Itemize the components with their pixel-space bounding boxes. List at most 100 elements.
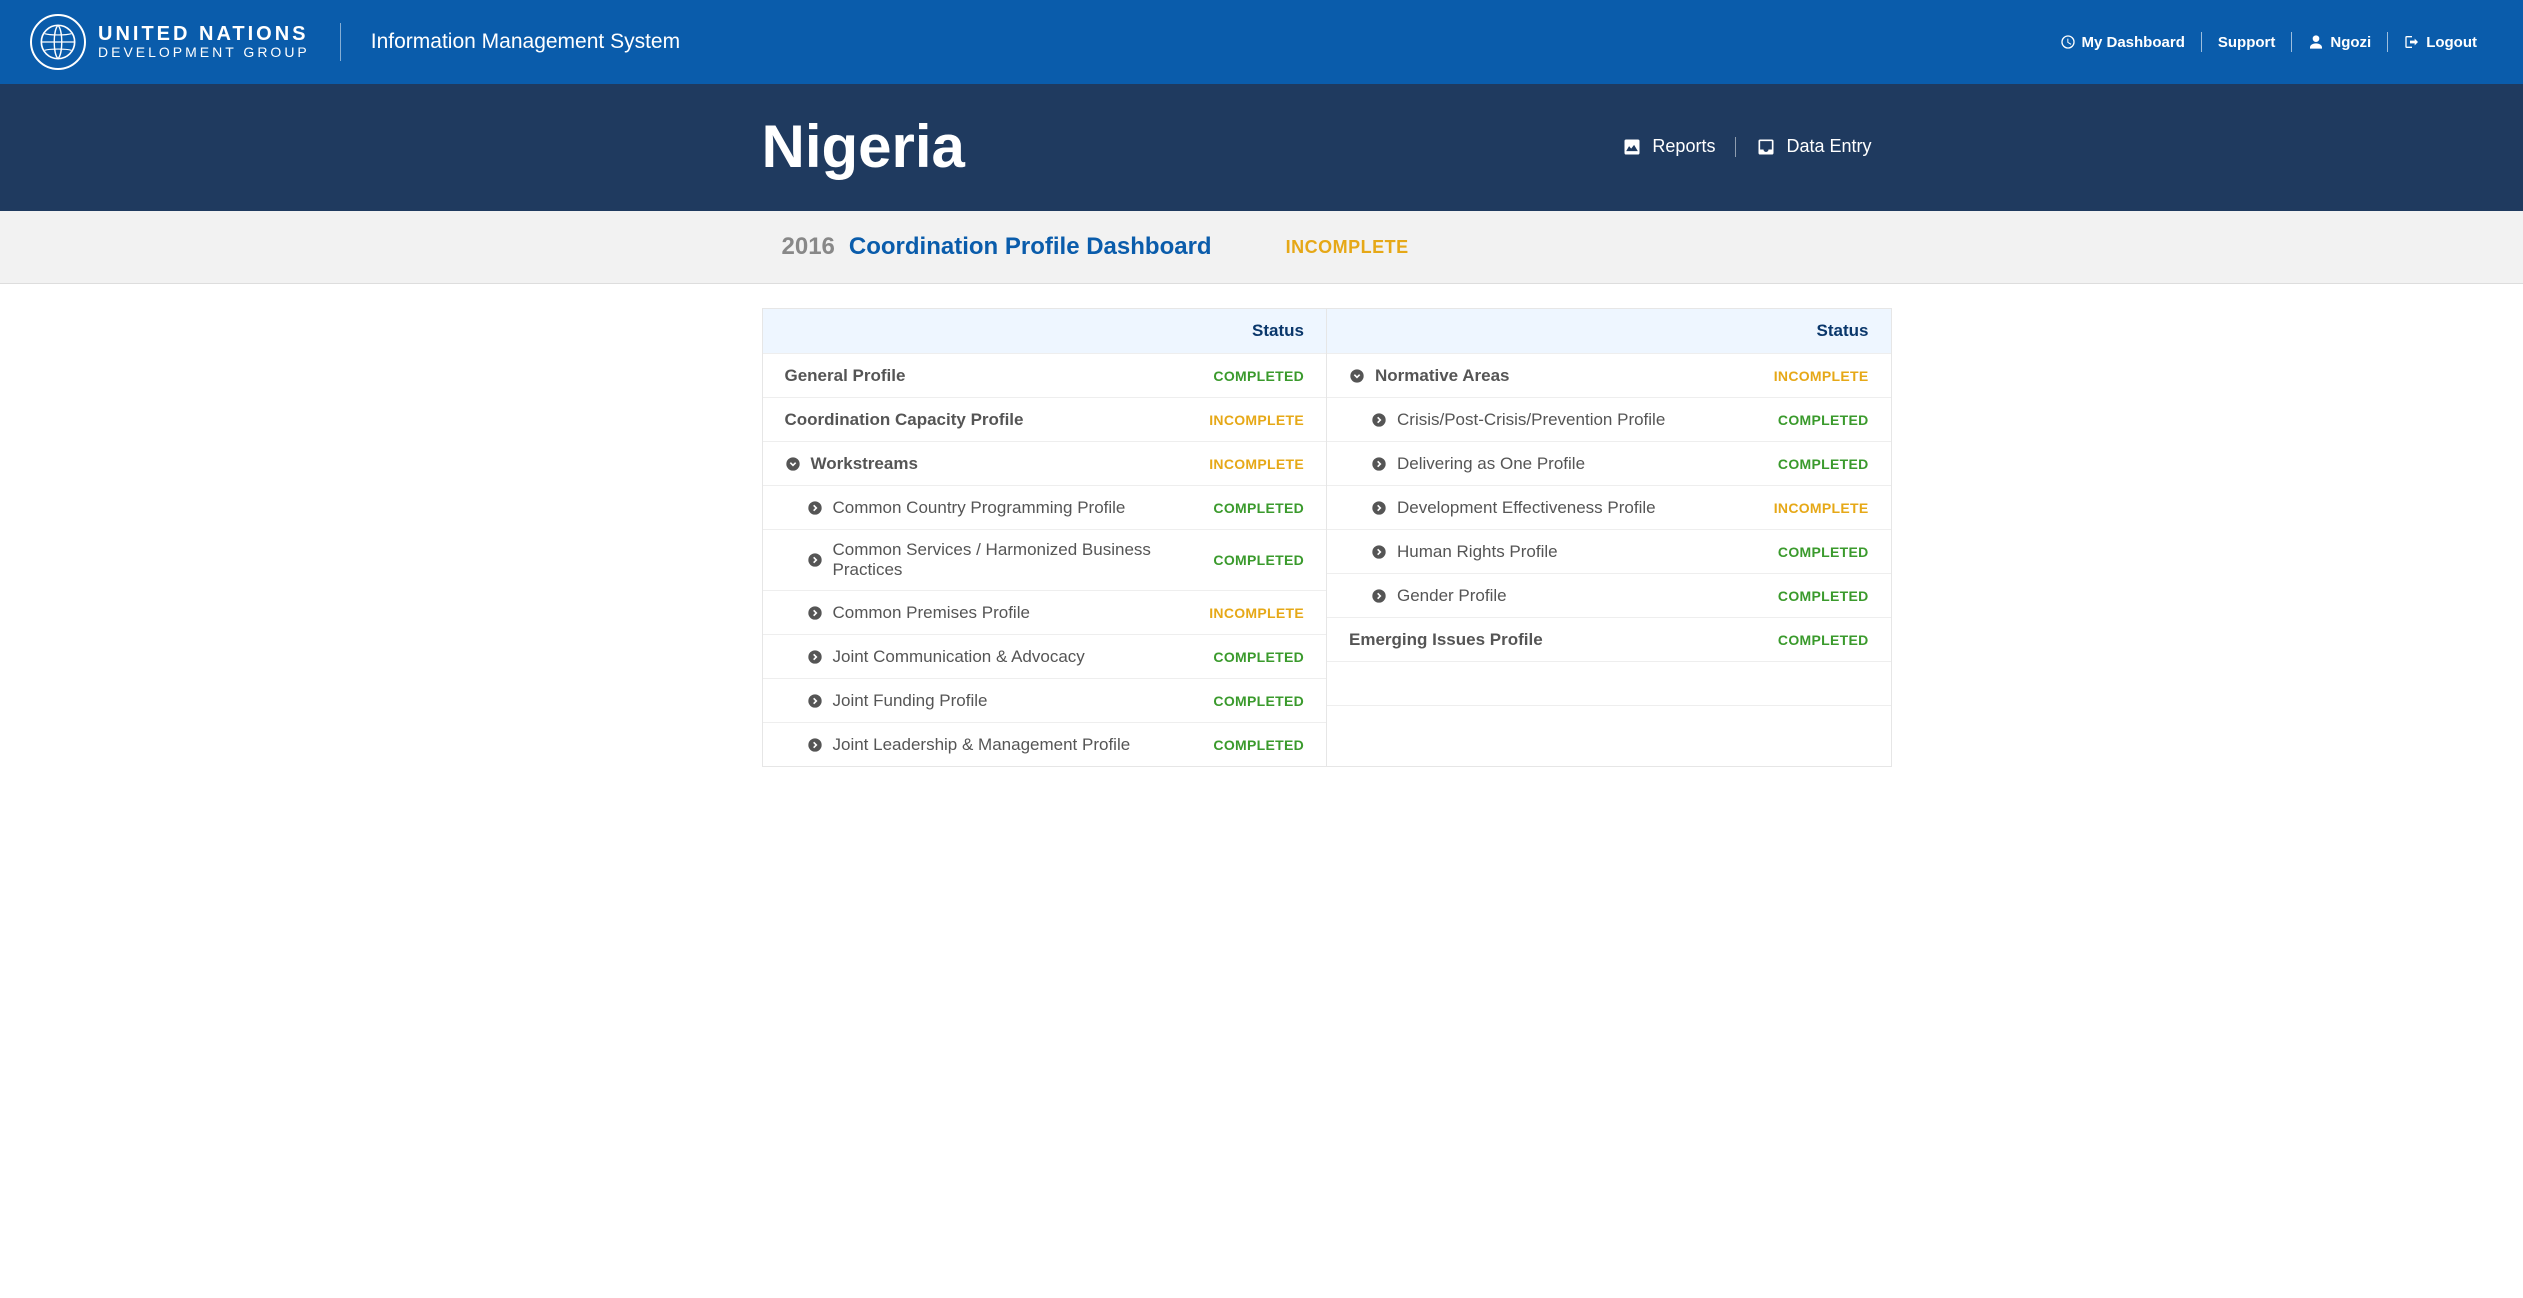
- row-status: COMPLETED: [1778, 412, 1869, 428]
- table-row[interactable]: WorkstreamsINCOMPLETE: [763, 441, 1327, 485]
- top-nav: My Dashboard Support Ngozi Logout: [2044, 32, 2494, 52]
- topbar: UNITED NATIONS DEVELOPMENT GROUP Informa…: [0, 0, 2523, 84]
- nav-user-label: Ngozi: [2330, 34, 2371, 51]
- row-status: COMPLETED: [1778, 588, 1869, 604]
- row-label: General Profile: [785, 366, 906, 386]
- row-status: COMPLETED: [1778, 632, 1869, 648]
- row-label: Coordination Capacity Profile: [785, 410, 1024, 430]
- row-status: COMPLETED: [1778, 544, 1869, 560]
- profile-tables: Status General Profile COMPLETED Coordinat…: [762, 308, 1892, 767]
- row-name: Development Effectiveness Profile: [1349, 498, 1774, 518]
- row-name: Workstreams: [785, 454, 1210, 474]
- page-header-strip: 2016 Coordination Profile Dashboard INCO…: [0, 211, 2523, 284]
- page-status: INCOMPLETE: [1286, 237, 1409, 258]
- row-name: Crisis/Post-Crisis/Prevention Profile: [1349, 410, 1778, 430]
- separator: [340, 23, 341, 61]
- image-icon: [1622, 137, 1642, 157]
- row-label: Joint Communication & Advocacy: [833, 647, 1085, 667]
- row-name: Common Country Programming Profile: [785, 498, 1214, 518]
- chevron-right-icon: [1371, 412, 1387, 428]
- row-status: INCOMPLETE: [1209, 412, 1304, 428]
- clock-icon: [2060, 34, 2076, 50]
- table-header: Status: [763, 309, 1327, 353]
- chevron-right-icon: [807, 649, 823, 665]
- row-name: Human Rights Profile: [1349, 542, 1778, 562]
- table-row[interactable]: Common Premises ProfileINCOMPLETE: [763, 590, 1327, 634]
- un-logo-icon: [30, 14, 86, 70]
- chevron-right-icon: [807, 605, 823, 621]
- brand-subtitle: Information Management System: [371, 30, 680, 54]
- row-label: Gender Profile: [1397, 586, 1507, 606]
- row-label: Normative Areas: [1375, 366, 1510, 386]
- table-row[interactable]: Emerging Issues ProfileCOMPLETED: [1327, 617, 1891, 661]
- table-row-empty: [1327, 705, 1891, 749]
- row-name: Joint Communication & Advocacy: [785, 647, 1214, 667]
- row-status: COMPLETED: [1213, 737, 1304, 753]
- nav-data-entry[interactable]: Data Entry: [1736, 136, 1891, 157]
- row-label: Joint Funding Profile: [833, 691, 988, 711]
- row-label: Crisis/Post-Crisis/Prevention Profile: [1397, 410, 1665, 430]
- chevron-right-icon: [1371, 456, 1387, 472]
- table-row[interactable]: Normative Areas INCOMPLETE: [1327, 353, 1891, 397]
- table-col-left: Status General Profile COMPLETED Coordinat…: [763, 309, 1328, 766]
- row-status: COMPLETED: [1213, 368, 1304, 384]
- chevron-right-icon: [807, 500, 823, 516]
- row-label: Common Premises Profile: [833, 603, 1030, 623]
- row-status: INCOMPLETE: [1774, 368, 1869, 384]
- table-row[interactable]: Joint Funding Profile COMPLETED: [763, 678, 1327, 722]
- row-name: Delivering as One Profile: [1349, 454, 1778, 474]
- row-status: COMPLETED: [1213, 649, 1304, 665]
- chevron-down-icon[interactable]: [1349, 368, 1365, 384]
- country-bar: Nigeria Reports Data Entry: [0, 84, 2523, 211]
- nav-support-label: Support: [2218, 34, 2276, 51]
- row-status: COMPLETED: [1213, 693, 1304, 709]
- row-status: COMPLETED: [1778, 456, 1869, 472]
- row-label: Workstreams: [811, 454, 918, 474]
- row-label: Common Services / Harmonized Business Pr…: [833, 540, 1214, 580]
- chevron-right-icon: [1371, 544, 1387, 560]
- row-name: Joint Funding Profile: [785, 691, 1214, 711]
- table-row[interactable]: Joint Communication & Advocacy COMPLETED: [763, 634, 1327, 678]
- logout-icon: [2404, 34, 2420, 50]
- row-status: INCOMPLETE: [1774, 500, 1869, 516]
- row-label: Delivering as One Profile: [1397, 454, 1585, 474]
- status-header: Status: [1817, 321, 1869, 340]
- table-row[interactable]: Gender Profile COMPLETED: [1327, 573, 1891, 617]
- table-row[interactable]: Delivering as One Profile COMPLETED: [1327, 441, 1891, 485]
- table-row[interactable]: Joint Leadership & Management ProfileCOM…: [763, 722, 1327, 766]
- table-row[interactable]: Human Rights Profile COMPLETED: [1327, 529, 1891, 573]
- row-name: Joint Leadership & Management Profile: [785, 735, 1214, 755]
- user-icon: [2308, 34, 2324, 50]
- chevron-right-icon: [1371, 588, 1387, 604]
- status-header: Status: [1252, 321, 1304, 340]
- table-row[interactable]: Common Country Programming ProfileCOMPLE…: [763, 485, 1327, 529]
- content: Status General Profile COMPLETED Coordinat…: [632, 284, 1892, 807]
- row-name: Coordination Capacity Profile: [785, 410, 1210, 430]
- nav-my-dashboard[interactable]: My Dashboard: [2044, 34, 2201, 51]
- row-name: Emerging Issues Profile: [1349, 630, 1778, 650]
- chevron-right-icon: [807, 737, 823, 753]
- nav-user[interactable]: Ngozi: [2292, 34, 2387, 51]
- chevron-down-icon[interactable]: [785, 456, 801, 472]
- country-name: Nigeria: [762, 112, 965, 181]
- row-label: Human Rights Profile: [1397, 542, 1558, 562]
- brand-line1: UNITED NATIONS: [98, 24, 310, 45]
- table-row[interactable]: General Profile COMPLETED: [763, 353, 1327, 397]
- nav-logout[interactable]: Logout: [2388, 34, 2493, 51]
- table-row[interactable]: Development Effectiveness Profile INCOMPL…: [1327, 485, 1891, 529]
- row-label: Development Effectiveness Profile: [1397, 498, 1656, 518]
- row-status: COMPLETED: [1213, 500, 1304, 516]
- page-year: 2016: [782, 233, 835, 261]
- table-row[interactable]: Coordination Capacity Profile INCOMPLETE: [763, 397, 1327, 441]
- nav-support[interactable]: Support: [2202, 34, 2292, 51]
- table-row[interactable]: Crisis/Post-Crisis/Prevention Profile COM…: [1327, 397, 1891, 441]
- nav-data-entry-label: Data Entry: [1786, 136, 1871, 157]
- chevron-right-icon: [807, 552, 823, 568]
- page-title: Coordination Profile Dashboard: [849, 233, 1212, 261]
- table-row-empty: [1327, 661, 1891, 705]
- nav-logout-label: Logout: [2426, 34, 2477, 51]
- table-col-right: Status Normative Areas INCOMPLETE Crisis/P…: [1327, 309, 1891, 766]
- row-name: Common Premises Profile: [785, 603, 1210, 623]
- nav-reports[interactable]: Reports: [1602, 136, 1735, 157]
- table-row[interactable]: Common Services / Harmonized Business Pr…: [763, 529, 1327, 590]
